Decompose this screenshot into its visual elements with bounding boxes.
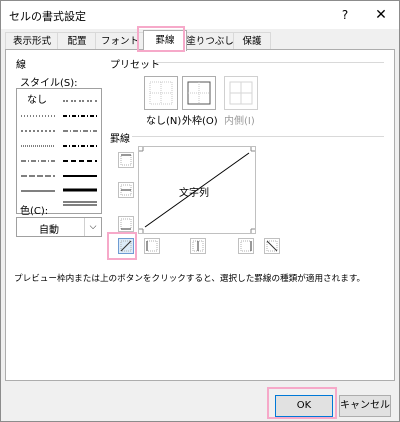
border-right-button[interactable] (238, 238, 254, 254)
border-middle-horizontal-button[interactable] (118, 182, 134, 198)
tab-strip: 表示形式 配置 フォント 罫線 塗りつぶし 保護 (5, 30, 395, 51)
line-group-title: 線 (16, 60, 26, 71)
preset-outline-icon (187, 81, 211, 105)
preset-outline-button[interactable] (182, 76, 216, 110)
border-preview[interactable]: 文字列 (138, 146, 256, 234)
cancel-button[interactable]: キャンセル (339, 395, 391, 417)
title-bar: セルの書式設定 ? ✕ (1, 1, 399, 29)
line-style-list[interactable]: なし (16, 88, 102, 214)
ok-button[interactable]: OK (275, 395, 333, 417)
diagonal-down-icon (266, 240, 278, 252)
border-left-button[interactable] (144, 238, 160, 254)
border-tab-panel: 線 スタイル(S): なし 色(C): 自動 ⌵ プリセット なし(N) 外枠(… (5, 49, 395, 381)
preset-outline-label: 外枠(O) (182, 116, 218, 127)
border-middle-vertical-icon (192, 240, 204, 252)
border-bottom-button[interactable] (118, 216, 134, 232)
style-label: スタイル(S): (20, 78, 78, 89)
preset-group-title: プリセット (110, 60, 160, 71)
line-style-options[interactable] (17, 89, 101, 213)
border-right-icon (240, 240, 252, 252)
tab-font[interactable]: フォント (95, 32, 145, 50)
preset-inside-label: 内側(I) (224, 116, 255, 127)
preview-text: 文字列 (179, 188, 209, 199)
help-button[interactable]: ? (335, 5, 355, 25)
tab-fill[interactable]: 塗りつぶし (185, 32, 235, 50)
preset-none-icon (149, 81, 173, 105)
preset-none-label: なし(N) (146, 116, 182, 127)
tab-number-format[interactable]: 表示形式 (5, 32, 59, 50)
color-dropdown[interactable]: 自動 ⌵ (16, 217, 102, 237)
instruction-text: プレビュー枠内または上のボタンをクリックすると、選択した罫線の種類が適用されます… (14, 274, 366, 284)
preset-divider (156, 62, 384, 63)
dialog-title: セルの書式設定 (9, 10, 86, 23)
preset-inside-icon (229, 81, 253, 105)
format-cells-dialog: セルの書式設定 ? ✕ 表示形式 配置 フォント 罫線 塗りつぶし 保護 線 ス… (0, 0, 400, 422)
border-bottom-icon (120, 218, 132, 230)
border-diagonal-down-button[interactable] (264, 238, 280, 254)
border-diagonal-up-button[interactable] (118, 238, 134, 254)
border-top-button[interactable] (118, 152, 134, 168)
border-left-icon (146, 240, 158, 252)
tab-border[interactable]: 罫線 (143, 30, 187, 51)
tab-alignment[interactable]: 配置 (57, 32, 97, 50)
border-group-title: 罫線 (110, 134, 130, 145)
color-label: 色(C): (20, 206, 49, 217)
border-middle-horizontal-icon (120, 184, 132, 196)
border-top-icon (120, 154, 132, 166)
diagonal-up-icon (120, 240, 132, 252)
border-middle-vertical-button[interactable] (190, 238, 206, 254)
border-divider (132, 136, 384, 137)
chevron-down-icon[interactable]: ⌵ (84, 218, 101, 236)
close-button[interactable]: ✕ (371, 5, 391, 25)
preset-inside-button[interactable] (224, 76, 258, 110)
color-value: 自動 (39, 225, 59, 236)
tab-protection[interactable]: 保護 (233, 32, 271, 50)
preset-none-button[interactable] (144, 76, 178, 110)
